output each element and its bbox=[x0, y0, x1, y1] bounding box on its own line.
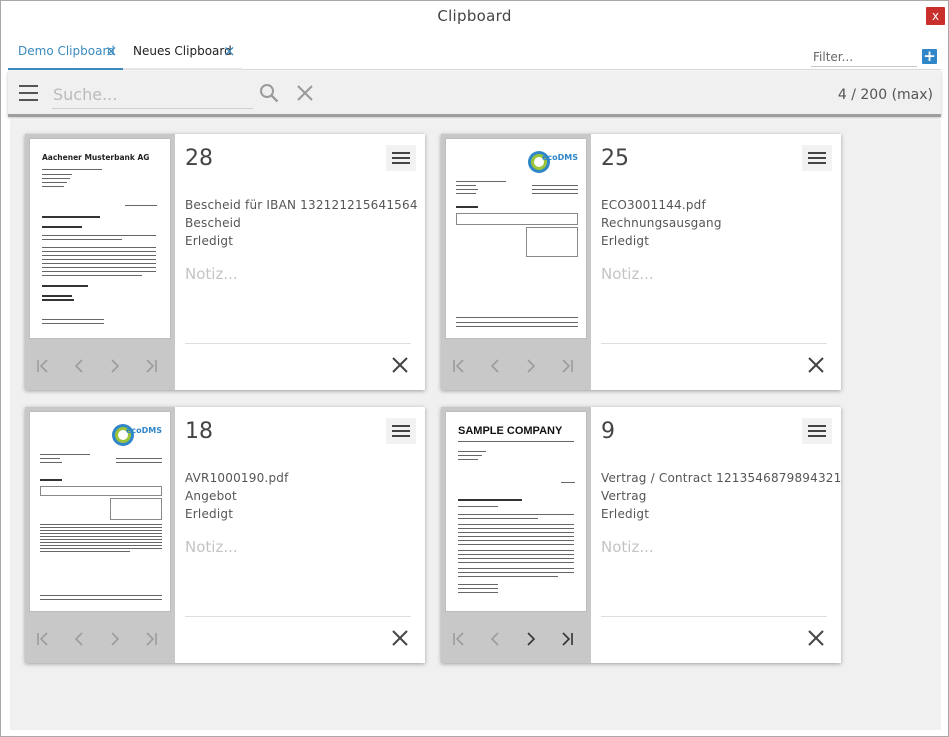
document-number: 25 bbox=[601, 146, 629, 171]
last-page-icon[interactable] bbox=[141, 356, 161, 376]
tab-close-icon[interactable]: × bbox=[223, 34, 236, 68]
first-page-icon[interactable] bbox=[33, 629, 53, 649]
previous-page-icon[interactable] bbox=[69, 356, 89, 376]
tab-bar: Demo Clipboard × Neues Clipboard × bbox=[8, 34, 941, 70]
divider bbox=[185, 616, 411, 617]
document-status: Erledigt bbox=[185, 234, 234, 248]
remove-card-icon[interactable] bbox=[807, 356, 825, 374]
first-page-icon[interactable] bbox=[33, 356, 53, 376]
search-icon[interactable] bbox=[259, 83, 279, 103]
tab-neues-clipboard[interactable]: Neues Clipboard × bbox=[123, 34, 242, 70]
remove-card-icon[interactable] bbox=[391, 356, 409, 374]
next-page-icon[interactable] bbox=[105, 629, 125, 649]
thumbnail-area: Aachener Musterbank AG bbox=[25, 134, 175, 390]
last-page-icon[interactable] bbox=[557, 629, 577, 649]
thumb-logo-text: ecoDMS bbox=[126, 426, 163, 435]
document-number: 18 bbox=[185, 419, 213, 444]
document-number: 28 bbox=[185, 146, 213, 171]
remove-card-icon[interactable] bbox=[391, 629, 409, 647]
previous-page-icon[interactable] bbox=[485, 356, 505, 376]
page-navigation bbox=[25, 342, 175, 390]
notiz-input[interactable]: Notiz... bbox=[185, 265, 238, 283]
card-menu-button[interactable] bbox=[386, 418, 416, 444]
document-status: Erledigt bbox=[601, 507, 650, 521]
divider bbox=[601, 616, 827, 617]
tab-label: Demo Clipboard bbox=[18, 44, 115, 58]
first-page-icon[interactable] bbox=[449, 629, 469, 649]
document-type: Angebot bbox=[185, 489, 237, 503]
document-card: Aachener Musterbank AG 28 Bescheid für I… bbox=[25, 134, 425, 390]
divider bbox=[601, 343, 827, 344]
previous-page-icon[interactable] bbox=[485, 629, 505, 649]
tab-close-icon[interactable]: × bbox=[105, 34, 118, 68]
thumb-company: SAMPLE COMPANY bbox=[458, 425, 563, 437]
divider bbox=[185, 343, 411, 344]
card-grid: Aachener Musterbank AG 28 Bescheid für I… bbox=[10, 120, 941, 730]
notiz-input[interactable]: Notiz... bbox=[601, 538, 654, 556]
search-input[interactable]: Suche... bbox=[52, 81, 253, 109]
document-title: AVR1000190.pdf bbox=[185, 471, 289, 485]
document-card: ecoDMS bbox=[25, 407, 425, 663]
document-type: Bescheid bbox=[185, 216, 242, 230]
window-close-button[interactable]: x bbox=[926, 7, 945, 25]
document-type: Vertrag bbox=[601, 489, 647, 503]
title-bar: Clipboard x bbox=[1, 1, 948, 31]
clipboard-window: Clipboard x Demo Clipboard × Neues Clipb… bbox=[0, 0, 949, 737]
page-navigation bbox=[441, 342, 591, 390]
next-page-icon[interactable] bbox=[521, 356, 541, 376]
document-title: Bescheid für IBAN 132121215641564 bbox=[185, 198, 418, 212]
thumb-company: Aachener Musterbank AG bbox=[42, 153, 150, 162]
card-info: 18 AVR1000190.pdf Angebot Erledigt Notiz… bbox=[175, 407, 425, 663]
last-page-icon[interactable] bbox=[557, 356, 577, 376]
clipboard-count: 4 / 200 (max) bbox=[837, 87, 933, 103]
document-card: ecoDMS bbox=[441, 134, 841, 390]
tab-demo-clipboard[interactable]: Demo Clipboard × bbox=[8, 34, 124, 70]
filter-input[interactable]: Filter... bbox=[811, 48, 917, 67]
document-thumbnail[interactable]: Aachener Musterbank AG bbox=[29, 138, 171, 339]
last-page-icon[interactable] bbox=[141, 629, 161, 649]
card-info: 28 Bescheid für IBAN 132121215641564 Bes… bbox=[175, 134, 425, 390]
document-thumbnail[interactable]: ecoDMS bbox=[29, 411, 171, 612]
card-info: 9 Vertrag / Contract 1213546879894321 Ve… bbox=[591, 407, 841, 663]
document-thumbnail[interactable]: ecoDMS bbox=[445, 138, 587, 339]
toolbar: Suche... 4 / 200 (max) bbox=[8, 71, 941, 117]
menu-icon[interactable] bbox=[19, 85, 38, 101]
document-title: ECO3001144.pdf bbox=[601, 198, 706, 212]
card-menu-button[interactable] bbox=[802, 418, 832, 444]
document-status: Erledigt bbox=[601, 234, 650, 248]
thumbnail-area: SAMPLE COMPANY bbox=[441, 407, 591, 663]
document-type: Rechnungsausgang bbox=[601, 216, 722, 230]
next-page-icon[interactable] bbox=[105, 356, 125, 376]
tab-label: Neues Clipboard bbox=[133, 44, 232, 58]
document-thumbnail[interactable]: SAMPLE COMPANY bbox=[445, 411, 587, 612]
thumb-logo-text: ecoDMS bbox=[542, 153, 579, 162]
page-navigation bbox=[25, 615, 175, 663]
card-menu-button[interactable] bbox=[802, 145, 832, 171]
notiz-input[interactable]: Notiz... bbox=[185, 538, 238, 556]
add-filter-button[interactable]: + bbox=[922, 49, 937, 64]
card-menu-button[interactable] bbox=[386, 145, 416, 171]
next-page-icon[interactable] bbox=[521, 629, 541, 649]
thumbnail-area: ecoDMS bbox=[441, 134, 591, 390]
remove-card-icon[interactable] bbox=[807, 629, 825, 647]
thumbnail-area: ecoDMS bbox=[25, 407, 175, 663]
document-card: SAMPLE COMPANY 9 Vertrag / Contract 1213… bbox=[441, 407, 841, 663]
page-navigation bbox=[441, 615, 591, 663]
notiz-input[interactable]: Notiz... bbox=[601, 265, 654, 283]
card-info: 25 ECO3001144.pdf Rechnungsausgang Erled… bbox=[591, 134, 841, 390]
document-status: Erledigt bbox=[185, 507, 234, 521]
previous-page-icon[interactable] bbox=[69, 629, 89, 649]
document-number: 9 bbox=[601, 419, 615, 444]
window-title: Clipboard bbox=[437, 7, 512, 25]
first-page-icon[interactable] bbox=[449, 356, 469, 376]
document-title: Vertrag / Contract 1213546879894321 bbox=[601, 471, 842, 485]
clear-search-icon[interactable] bbox=[296, 84, 314, 102]
